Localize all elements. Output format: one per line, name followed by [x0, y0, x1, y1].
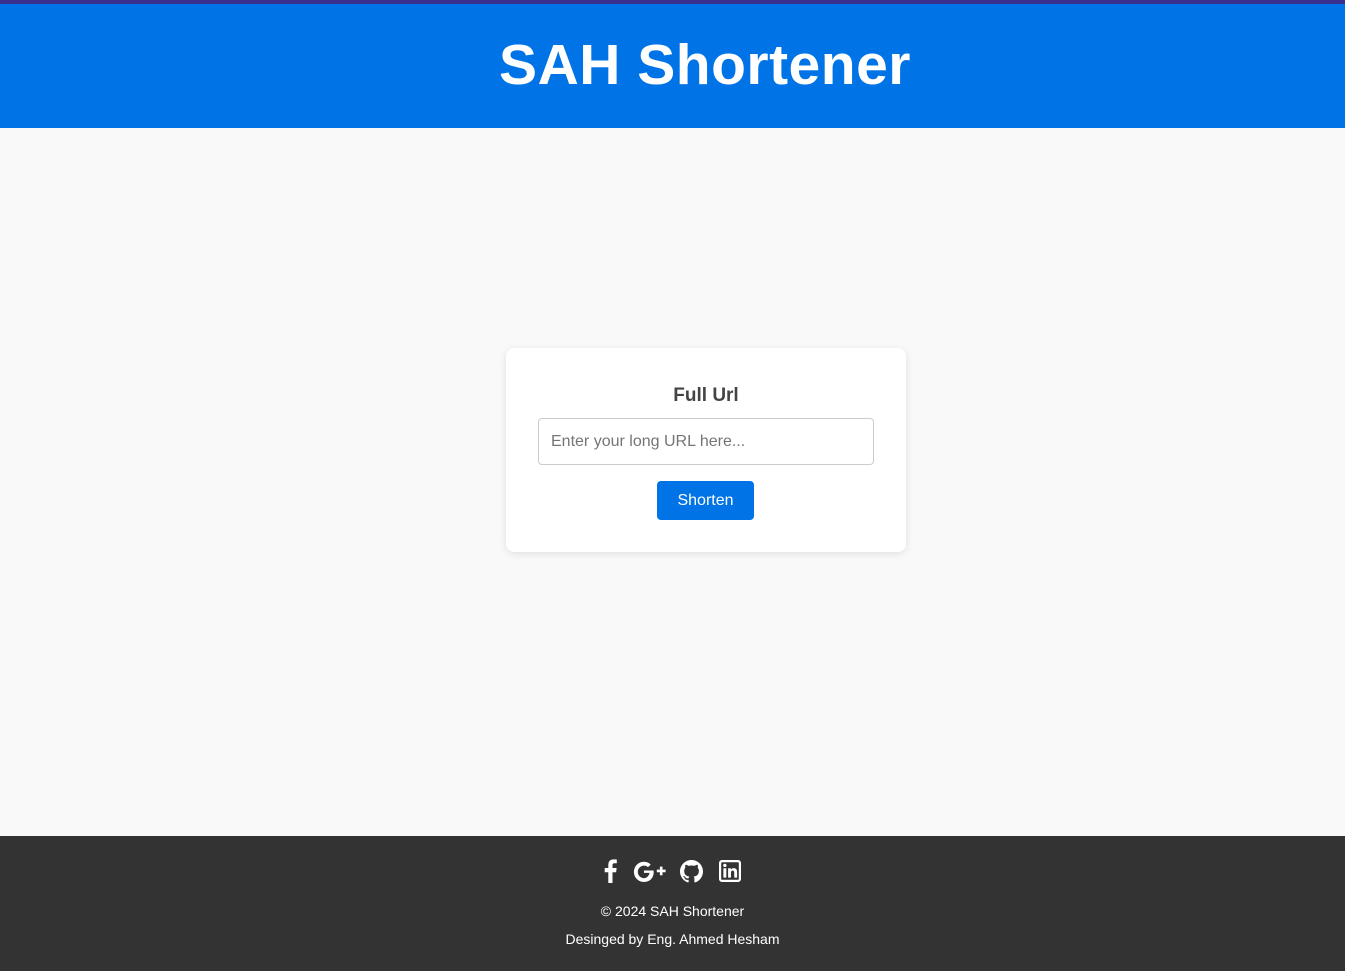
- site-footer: © 2024 SAH Shortener Desinged by Eng. Ah…: [0, 836, 1345, 971]
- copyright-text: © 2024 SAH Shortener: [600, 903, 745, 919]
- github-link[interactable]: [680, 858, 703, 884]
- facebook-icon: [604, 859, 617, 883]
- linkedin-link[interactable]: [719, 858, 741, 884]
- main-content: Full Url Shorten: [0, 128, 1345, 836]
- social-links: [0, 858, 1345, 884]
- google-plus-link[interactable]: [633, 858, 666, 884]
- site-title: SAH Shortener: [499, 33, 911, 97]
- github-icon: [680, 859, 703, 882]
- shorten-button[interactable]: Shorten: [657, 481, 754, 520]
- full-url-label: Full Url: [673, 385, 739, 406]
- designer-credit: Desinged by Eng. Ahmed Hesham: [565, 931, 780, 947]
- site-header: SAH Shortener: [0, 4, 1345, 128]
- facebook-link[interactable]: [604, 858, 617, 884]
- url-input[interactable]: [538, 418, 874, 465]
- shorten-form-card: Full Url Shorten: [506, 348, 906, 552]
- google-plus-icon: [633, 861, 666, 882]
- linkedin-icon: [719, 860, 741, 882]
